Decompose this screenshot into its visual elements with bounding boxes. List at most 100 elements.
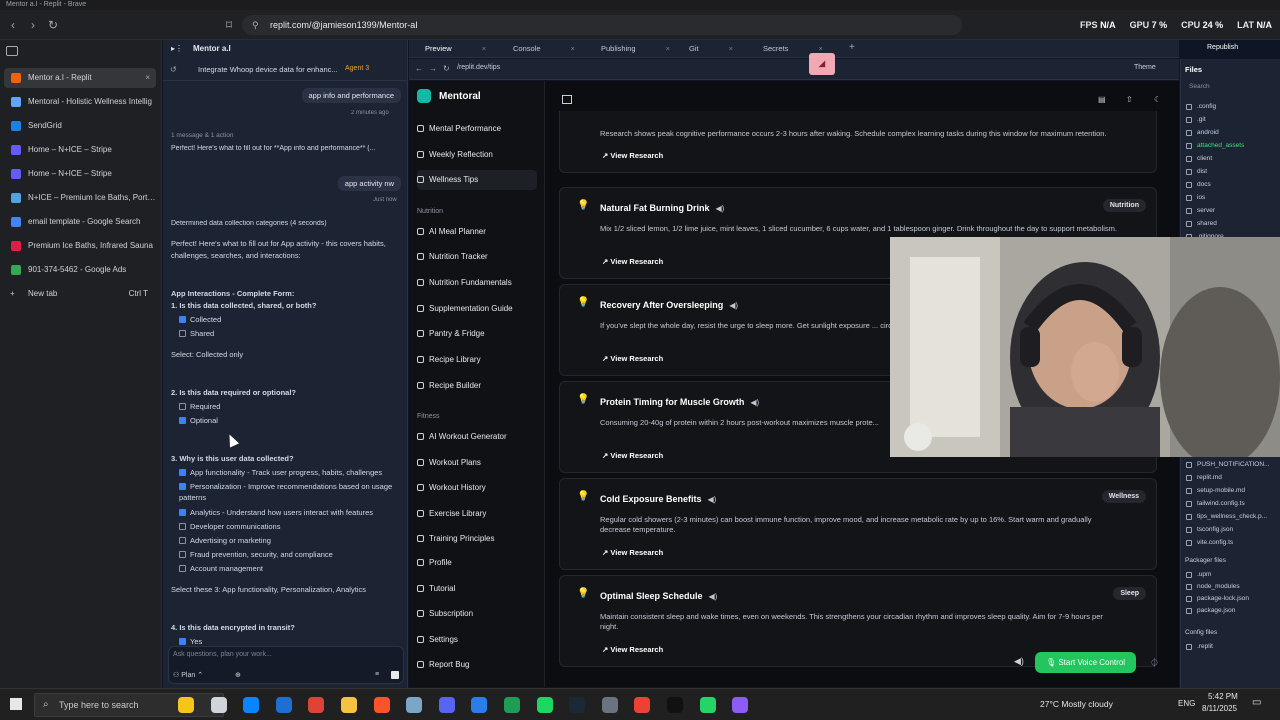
nav-subscription[interactable]: Subscription xyxy=(417,604,537,624)
speaker-icon[interactable]: ◀) xyxy=(750,398,759,407)
clock-time[interactable]: 5:42 PM xyxy=(1208,692,1238,701)
view-research-link[interactable]: ↗ View Research xyxy=(602,257,663,266)
app-icon[interactable] xyxy=(406,697,423,713)
browser-tab[interactable]: SendGrid xyxy=(4,116,156,136)
clock-date[interactable]: 8/11/2025 xyxy=(1202,704,1237,713)
url-bar[interactable]: ⚲ replit.com/@jamieson1399/Mentor-aI xyxy=(242,15,962,35)
browser-tab[interactable]: Mentoral - Holistic Wellness Intellig xyxy=(4,92,156,112)
stop-icon[interactable] xyxy=(391,671,399,679)
forward-icon[interactable]: › xyxy=(26,18,40,32)
close-tab-icon[interactable]: × xyxy=(818,44,822,53)
discord-icon[interactable] xyxy=(438,697,455,713)
back-icon[interactable]: ‹ xyxy=(6,18,20,32)
nav-tutorial[interactable]: Tutorial xyxy=(417,579,537,599)
browser-tab[interactable]: Premium Ice Baths, Infrared Sauna xyxy=(4,236,156,256)
history-icon[interactable]: ↺ xyxy=(170,65,177,74)
browser-tab[interactable]: Mentor a.I - Replit × xyxy=(4,68,156,88)
sheets-icon[interactable] xyxy=(504,697,520,713)
theme-button[interactable]: Theme xyxy=(1134,64,1156,71)
close-tab-icon[interactable]: × xyxy=(571,44,575,53)
nav-workout-plans[interactable]: Workout Plans xyxy=(417,453,537,473)
close-tab-icon[interactable]: × xyxy=(729,44,733,53)
file-item[interactable]: tsconfig.json xyxy=(1186,526,1233,533)
file-item[interactable]: .upm xyxy=(1186,571,1211,578)
browser-tab[interactable]: email template - Google Search xyxy=(4,212,156,232)
task-view-icon[interactable] xyxy=(210,697,227,713)
file-item[interactable]: .replit xyxy=(1186,643,1213,650)
mic-icon[interactable]: ⏀ xyxy=(1150,656,1159,669)
rocket-icon[interactable]: ⇧ xyxy=(1126,95,1133,104)
file-item[interactable]: .config xyxy=(1186,103,1216,110)
speaker-icon[interactable]: ◀) xyxy=(729,301,738,310)
nav-recipe-builder[interactable]: Recipe Builder xyxy=(417,376,537,396)
notification-icon[interactable]: ▭ xyxy=(1252,697,1261,708)
nav-settings[interactable]: Settings xyxy=(417,630,537,650)
obs-icon[interactable] xyxy=(667,697,683,713)
sidebar-toggle-icon[interactable] xyxy=(6,46,18,56)
tab-console[interactable]: Console × xyxy=(497,40,575,58)
action-summary[interactable]: 1 message & 1 action xyxy=(171,132,401,139)
file-item[interactable]: PUSH_NOTIFICATION... xyxy=(1186,461,1269,468)
tab-git[interactable]: Git × xyxy=(673,40,733,58)
file-item[interactable]: replit.md xyxy=(1186,474,1222,481)
calculator-icon[interactable] xyxy=(601,697,618,713)
browser-tab[interactable]: 901-374-5462 - Google Ads xyxy=(4,260,156,280)
panel-toggle-icon[interactable]: ▸⋮ xyxy=(171,44,183,53)
nav-recipe-library[interactable]: Recipe Library xyxy=(417,350,537,370)
close-tab-icon[interactable]: × xyxy=(482,44,486,53)
weather[interactable]: 27°C Mostly cloudy xyxy=(1040,699,1113,709)
nav-ai-meal-planner[interactable]: AI Meal Planner xyxy=(417,222,537,242)
bookmark-icon[interactable]: ⌑ xyxy=(222,18,236,32)
app-icon[interactable] xyxy=(732,697,749,713)
speaker-icon[interactable]: ◀) xyxy=(1014,656,1024,667)
preview-reload-icon[interactable]: ↻ xyxy=(443,64,450,73)
file-item[interactable]: node_modules xyxy=(1186,583,1240,590)
nav-weekly-reflection[interactable]: Weekly Reflection xyxy=(417,145,537,165)
tab-preview[interactable]: Preview × xyxy=(409,40,486,58)
new-tab-button[interactable]: + New tab Ctrl T xyxy=(4,284,156,304)
whatsapp-icon[interactable] xyxy=(699,697,716,713)
site-info-icon[interactable]: ⚲ xyxy=(252,15,259,35)
nav-report-bug[interactable]: Report Bug xyxy=(417,655,537,675)
edge-icon[interactable] xyxy=(243,697,260,713)
nav-pantry-fridge[interactable]: Pantry & Fridge xyxy=(417,324,537,344)
plan-toggle[interactable]: ⚇ Plan ⌃ xyxy=(173,671,203,679)
file-item[interactable]: attached_assets xyxy=(1186,142,1244,149)
nav-nutrition-fundamentals[interactable]: Nutrition Fundamentals xyxy=(417,273,537,293)
preview-forward-icon[interactable]: → xyxy=(429,64,437,73)
chat-input[interactable]: Ask questions, plan your work... ⚇ Plan … xyxy=(168,646,404,684)
close-tab-icon[interactable]: × xyxy=(145,68,150,88)
outlook-icon[interactable] xyxy=(275,697,292,713)
steam-icon[interactable] xyxy=(569,697,586,713)
preview-url[interactable]: /replit.dev/tips xyxy=(457,64,500,71)
speaker-icon[interactable]: ◀) xyxy=(709,592,718,601)
pinned-extension-icon[interactable]: ◢ xyxy=(809,53,835,75)
nav-mental-performance[interactable]: Mental Performance xyxy=(417,119,537,139)
file-item[interactable]: setup-mobile.md xyxy=(1186,487,1245,494)
browser-tab[interactable]: Home – N+ICE – Stripe xyxy=(4,164,156,184)
view-research-link[interactable]: ↗ View Research xyxy=(602,151,663,160)
spotify-icon[interactable] xyxy=(536,697,553,713)
tab-publishing[interactable]: Publishing × xyxy=(585,40,670,58)
thread-title[interactable]: Integrate Whoop device data for enhanc..… xyxy=(198,65,338,74)
nav-ai-workout-generator[interactable]: AI Workout Generator xyxy=(417,427,537,447)
view-research-link[interactable]: ↗ View Research xyxy=(602,548,663,557)
copilot-icon[interactable] xyxy=(178,697,194,713)
taskbar-search[interactable]: ⌕ Type here to search xyxy=(34,693,224,717)
close-tab-icon[interactable]: × xyxy=(666,44,670,53)
sidebar-collapse-icon[interactable] xyxy=(562,95,572,104)
view-research-link[interactable]: ↗ View Research xyxy=(602,354,663,363)
windows-start-icon[interactable] xyxy=(10,698,22,710)
file-item[interactable]: server xyxy=(1186,207,1215,214)
nav-nutrition-tracker[interactable]: Nutrition Tracker xyxy=(417,247,537,267)
voice-control-button[interactable]: 🎙 Start Voice Control xyxy=(1035,652,1136,673)
file-item[interactable]: tailwind.config.ts xyxy=(1186,500,1245,507)
nav-wellness-tips[interactable]: Wellness Tips xyxy=(417,170,537,190)
file-item[interactable]: .git xyxy=(1186,116,1206,123)
browser-tab[interactable]: N+ICE – Premium Ice Baths, Portabl xyxy=(4,188,156,208)
republish-button[interactable]: Republish xyxy=(1207,44,1238,51)
nav-workout-history[interactable]: Workout History xyxy=(417,478,537,498)
thinking-status[interactable]: Determined data collection categories (4… xyxy=(171,220,401,227)
browser-tab[interactable]: Home – N+ICE – Stripe xyxy=(4,140,156,160)
file-item[interactable]: android xyxy=(1186,129,1219,136)
